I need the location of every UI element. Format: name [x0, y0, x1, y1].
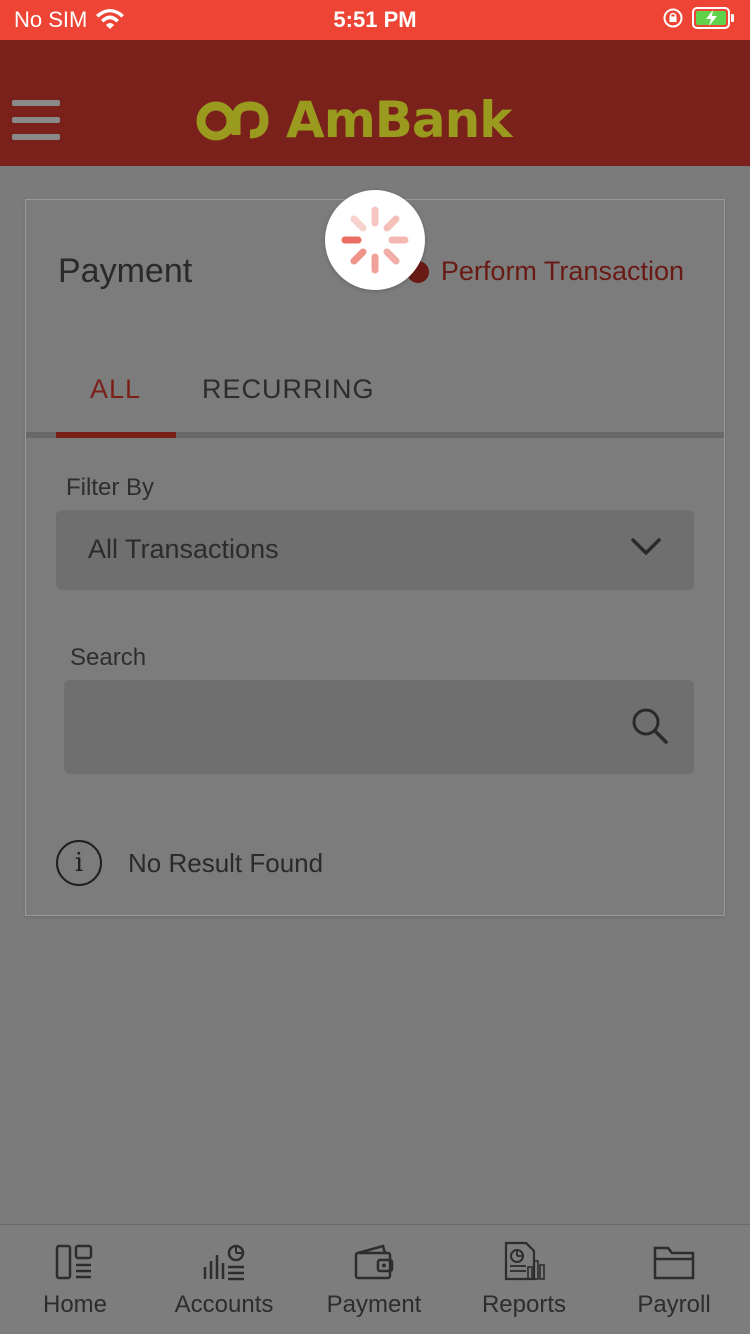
payment-card: Payment Perform Transaction ALL RECURRIN… — [25, 199, 725, 916]
filter-value: All Transactions — [88, 534, 279, 564]
logo-text: AmBank — [286, 91, 512, 149]
rotation-lock-icon — [663, 8, 683, 28]
filter-select[interactable]: All Transactions — [56, 510, 694, 590]
accounts-icon — [203, 1244, 245, 1281]
nav-payroll[interactable]: Payroll — [599, 1241, 749, 1319]
app-header: AmBank — [0, 40, 750, 166]
tab-bar: ALL RECURRING — [26, 360, 724, 440]
nav-accounts-label: Accounts — [174, 1291, 274, 1318]
nav-payment-label: Payment — [326, 1291, 422, 1318]
perform-transaction-link[interactable]: Perform Transaction — [406, 256, 684, 287]
perform-transaction-label: Perform Transaction — [440, 256, 684, 286]
filter-label: Filter By — [66, 474, 155, 501]
search-icon[interactable] — [630, 706, 670, 746]
nav-payroll-label: Payroll — [637, 1291, 711, 1318]
status-right — [662, 6, 736, 30]
folder-icon — [653, 1246, 695, 1280]
reports-icon — [504, 1241, 545, 1281]
tab-recurring[interactable]: RECURRING — [202, 374, 375, 405]
home-icon — [55, 1244, 93, 1280]
battery-charging-icon — [692, 7, 734, 29]
ambank-logo: AmBank — [196, 91, 512, 149]
nav-home[interactable]: Home — [0, 1241, 150, 1319]
menu-icon[interactable] — [12, 100, 60, 140]
bottom-nav: Home Accounts Payment Reports Payroll — [0, 1224, 750, 1334]
nav-accounts[interactable]: Accounts — [149, 1241, 299, 1319]
ambank-logo-mark-icon — [196, 101, 269, 141]
wallet-icon — [354, 1244, 394, 1280]
spinner-icon — [341, 206, 409, 274]
search-field[interactable] — [64, 680, 694, 774]
empty-state: i No Result Found — [56, 840, 323, 886]
nav-reports[interactable]: Reports — [449, 1241, 599, 1319]
nav-reports-label: Reports — [481, 1291, 567, 1318]
status-bar: No SIM 5:51 PM — [0, 0, 750, 40]
info-icon: i — [56, 840, 102, 886]
empty-state-text: No Result Found — [128, 847, 324, 878]
loading-spinner — [325, 190, 425, 290]
nav-home-label: Home — [42, 1291, 108, 1318]
nav-payment[interactable]: Payment — [299, 1241, 449, 1319]
search-input[interactable] — [84, 680, 624, 774]
tab-active-indicator — [56, 432, 176, 438]
chevron-down-icon — [631, 538, 661, 555]
tab-all[interactable]: ALL — [90, 374, 141, 405]
status-time: 5:51 PM — [333, 7, 417, 32]
page-title: Payment — [58, 252, 193, 290]
search-label: Search — [70, 644, 147, 671]
